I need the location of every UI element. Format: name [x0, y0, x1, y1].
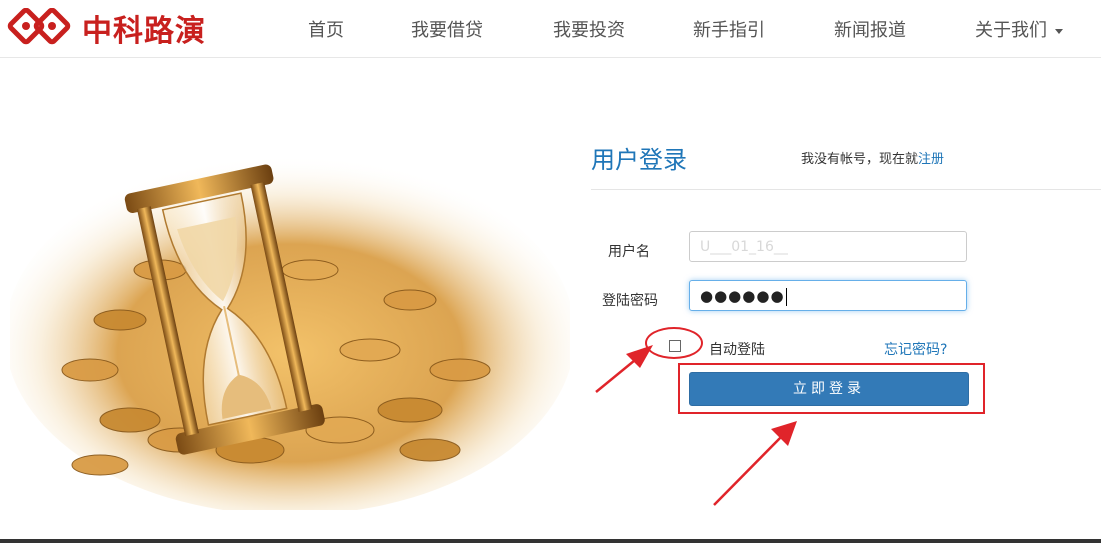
annotation-circle-checkbox [645, 327, 703, 359]
username-label: 用户名 [608, 244, 650, 260]
annotation-box-login-button [678, 363, 985, 414]
nav-item-borrow[interactable]: 我要借贷 [411, 16, 483, 42]
username-input[interactable] [689, 231, 967, 262]
remember-me-label[interactable]: 自动登陆 [709, 339, 765, 359]
register-link[interactable]: 注册 [918, 152, 944, 167]
bottom-edge [0, 539, 1101, 543]
nav-item-home[interactable]: 首页 [308, 16, 344, 42]
forgot-password-link[interactable]: 忘记密码? [884, 339, 947, 359]
arrow-to-checkbox [595, 345, 653, 393]
password-mask: ●●●●●● [700, 287, 785, 305]
password-label: 登陆密码 [602, 293, 658, 309]
login-title: 用户登录 [591, 146, 687, 174]
password-input[interactable]: ●●●●●● [689, 280, 967, 311]
register-prompt: 我没有帐号，现在就 [801, 152, 919, 167]
register-hint: 我没有帐号，现在就注册 [801, 148, 944, 167]
nav-item-about-us-label: 关于我们 [975, 20, 1047, 41]
nav-item-beginner-guide[interactable]: 新手指引 [693, 16, 765, 42]
brand-name: 中科路演 [82, 14, 206, 49]
caret-down-icon [1055, 28, 1063, 34]
arrow-to-login-button [713, 421, 797, 506]
top-navbar: 中科路演 首页 我要借贷 我要投资 新手指引 新闻报道 关于我们 [0, 0, 1101, 58]
nav-item-about-us[interactable]: 关于我们 [975, 16, 1063, 42]
hourglass-coins-illustration [5, 155, 575, 515]
login-divider [591, 189, 1101, 190]
nav-item-news[interactable]: 新闻报道 [834, 16, 906, 42]
text-cursor [785, 287, 787, 306]
interlocking-rings-logo-icon [7, 8, 71, 45]
brand-logo[interactable]: 中科路演 [6, 8, 206, 49]
nav-item-invest[interactable]: 我要投资 [553, 16, 625, 42]
hero-illustration [5, 120, 575, 515]
